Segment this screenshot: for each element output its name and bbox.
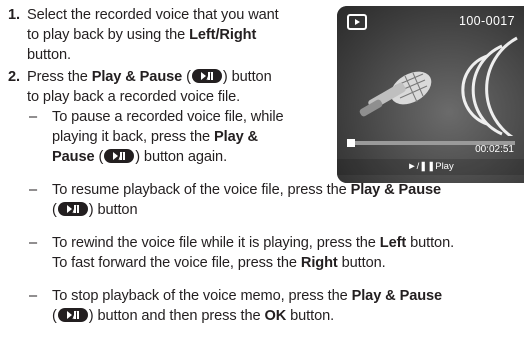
step-2-play-pause-label: Play & Pause — [91, 69, 183, 85]
bullet-4-line-2c: button. — [286, 308, 335, 324]
bullet-3-left-label: Left — [379, 235, 407, 251]
play-pause-button-icon — [57, 202, 88, 216]
bullet-2-line-2a: ( — [52, 202, 57, 218]
bullet-2-line-1a: To resume playback of the voice file, pr… — [52, 182, 351, 198]
bullet-1-line-2a: playing it back, press the — [52, 129, 214, 145]
playback-progress-handle — [347, 139, 355, 147]
elapsed-time: 00:02:51 — [475, 144, 514, 155]
bullet-4-line-1: To stop playback of the voice memo, pres… — [52, 286, 442, 306]
bullet-1-line-1: To pause a recorded voice file, while — [52, 109, 284, 125]
step-2-line-1c: ) button — [222, 69, 272, 85]
bullet-1-dash: – — [29, 109, 38, 125]
bullet-1-line-3: Pause ( ) button again. — [52, 147, 227, 167]
step-2-number: 2. — [8, 69, 20, 85]
step-2-text-line-2: to play back a recorded voice file. — [27, 89, 241, 105]
bullet-4-line-2b: ) button and then press the — [88, 308, 265, 324]
step-1-left-label: Left — [189, 27, 216, 43]
step-2-text-line-1: Press the Play & Pause ( ) button — [27, 67, 272, 87]
play-pause-button-icon — [104, 149, 135, 163]
bullet-4-line-2: ( ) button and then press the OK button. — [52, 306, 334, 326]
step-1-text-line-2: to play back by using the Left/Right — [27, 25, 256, 45]
bullet-3-right-label: Right — [300, 255, 338, 271]
bullet-2-line-1: To resume playback of the voice file, pr… — [52, 180, 441, 200]
step-1-text-line-3: button. — [27, 47, 71, 63]
microphone-icon — [359, 71, 432, 117]
step-1-right-label: Right — [219, 27, 257, 43]
bullet-4-play-pause-label: Play & Pause — [351, 288, 443, 304]
bullet-2-line-2b: ) button — [88, 202, 138, 218]
play-hint-bar: ►/❚❚Play — [337, 159, 524, 175]
play-hint-label: Play — [435, 161, 454, 172]
bullet-3-line-2b: button. — [337, 255, 386, 271]
bullet-1-line-3a: ( — [94, 149, 104, 165]
file-number: 100-0017 — [458, 14, 515, 28]
bullet-3-line-1: To rewind the voice file while it is pla… — [52, 233, 454, 253]
bullet-4-line-1a: To stop playback of the voice memo, pres… — [52, 288, 352, 304]
step-2-line-1b: ( — [182, 69, 191, 85]
bullet-4-line-2a: ( — [52, 308, 57, 324]
bullet-1-play-label: Play & — [213, 129, 258, 145]
bullet-3-line-2a: To fast forward the voice file, press th… — [52, 255, 301, 271]
voice-memo-illustration — [359, 36, 518, 136]
play-pause-symbols: ►/❚❚ — [407, 161, 436, 172]
bullet-1-line-2: playing it back, press the Play & — [52, 127, 258, 147]
bullet-3-line-1b: button. — [406, 235, 455, 251]
bullet-4-ok-label: OK — [264, 308, 287, 324]
bullet-3-line-2: To fast forward the voice file, press th… — [52, 253, 386, 273]
play-pause-button-icon — [191, 69, 222, 83]
bullet-2-play-pause-label: Play & Pause — [350, 182, 442, 198]
bullet-2-dash: – — [29, 182, 38, 198]
bullet-3-dash: – — [29, 235, 38, 251]
step-1-text-line-2a: to play back by using the — [27, 27, 190, 43]
bullet-1-line-3b: ) button again. — [135, 149, 228, 165]
sound-waves-icon — [461, 36, 518, 136]
camera-lcd-screen: 100-0017 00:02:51 ►/❚❚Play — [337, 6, 524, 183]
bullet-3-line-1a: To rewind the voice file while it is pla… — [52, 235, 380, 251]
play-pause-button-icon — [57, 308, 88, 322]
bullet-4-dash: – — [29, 288, 38, 304]
bullet-1-pause-label: Pause — [52, 149, 95, 165]
step-1-number: 1. — [8, 7, 20, 23]
step-1-text-line-1: Select the recorded voice that you want — [27, 7, 279, 23]
bullet-2-line-2: ( ) button — [52, 200, 138, 220]
step-2-line-1a: Press the — [27, 69, 92, 85]
playback-mode-icon — [347, 14, 367, 30]
